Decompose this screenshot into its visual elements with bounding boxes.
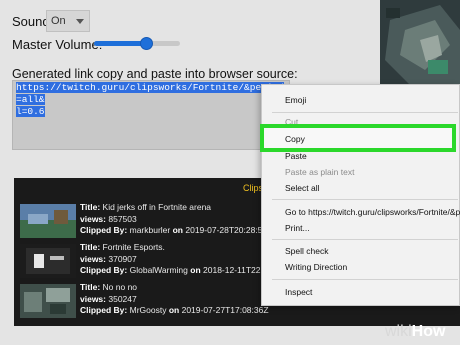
background-image <box>380 0 460 85</box>
menu-item-goto[interactable]: Go to https://twitch.guru/clipsworks/For… <box>285 207 460 217</box>
clip-views: 857503 <box>108 213 137 224</box>
generated-link-label: Generated link copy and paste into brows… <box>12 67 298 81</box>
clip-views-label: views: <box>80 213 106 224</box>
clip-by-label: Clipped By: <box>80 225 128 235</box>
sound-select-value: On <box>51 15 66 27</box>
menu-item-emoji[interactable]: Emoji <box>285 95 306 105</box>
clip-views-label: views: <box>80 293 106 304</box>
sound-select[interactable]: On <box>46 10 90 32</box>
wikihow-watermark: wikiHow <box>385 323 445 341</box>
chevron-down-icon <box>76 19 84 24</box>
menu-item-paste-plain[interactable]: Paste as plain text <box>285 167 354 177</box>
clip-by: MrGoosty <box>129 305 167 315</box>
clip-by: GlobalWarming <box>129 265 188 275</box>
clip-title-label: Title: <box>80 202 101 212</box>
clip-date: 2019-07-28T20:28:51Z <box>185 225 273 235</box>
menu-item-spell-check[interactable]: Spell check <box>285 246 328 256</box>
clip-title-label: Title: <box>80 282 101 292</box>
menu-separator <box>272 199 458 200</box>
clip-date: 2019-07-27T17:08:36Z <box>181 305 269 315</box>
watermark-wiki: wiki <box>385 323 412 340</box>
clip-item[interactable]: Title: Kid jerks off in Fortnite arena v… <box>20 202 272 242</box>
menu-item-inspect[interactable]: Inspect <box>285 287 312 297</box>
master-volume-label: Master Volume: <box>12 37 103 52</box>
clip-views: 350247 <box>108 293 137 304</box>
menu-separator <box>272 112 458 113</box>
menu-item-copy[interactable]: Copy <box>285 134 305 144</box>
clip-title: Fortnite Esports. <box>102 242 165 252</box>
link-line-2: l=0.6 <box>16 106 45 117</box>
master-volume-thumb[interactable] <box>139 37 153 50</box>
clip-on-label: on <box>168 305 180 315</box>
menu-separator <box>272 279 458 280</box>
clip-by-label: Clipped By: <box>80 265 128 275</box>
clip-title: No no no <box>102 282 138 292</box>
clip-views-label: views: <box>80 253 106 264</box>
watermark-how: How <box>411 323 446 340</box>
clip-title: Kid jerks off in Fortnite arena <box>102 202 212 212</box>
clip-by-label: Clipped By: <box>80 305 128 315</box>
clip-item[interactable]: Title: No no no views: 350247 Clipped By… <box>20 282 269 322</box>
link-text: https://twitch.guru/clipsworks/Fortnite/… <box>16 82 286 118</box>
clip-by: markburler <box>129 225 171 235</box>
clip-thumbnail[interactable] <box>20 204 76 238</box>
menu-item-paste[interactable]: Paste <box>285 151 307 161</box>
clip-views: 370907 <box>108 253 137 264</box>
menu-item-select-all[interactable]: Select all <box>285 183 320 193</box>
master-volume-fill <box>94 41 146 46</box>
clip-on-label: on <box>190 265 201 275</box>
clip-item[interactable]: Title: Fortnite Esports. views: 370907 C… <box>20 242 272 282</box>
link-line-1: https://twitch.guru/clipsworks/Fortnite/… <box>16 82 284 105</box>
clip-thumbnail[interactable] <box>20 284 76 318</box>
menu-separator <box>272 239 458 240</box>
clip-title-label: Title: <box>80 242 101 252</box>
menu-item-writing-direction[interactable]: Writing Direction <box>285 262 347 272</box>
clip-on-label: on <box>172 225 183 235</box>
menu-item-print[interactable]: Print... <box>285 223 310 233</box>
clips-header: Clips <box>243 183 264 193</box>
clip-thumbnail[interactable] <box>20 244 76 278</box>
sound-label: Sound <box>12 14 50 29</box>
